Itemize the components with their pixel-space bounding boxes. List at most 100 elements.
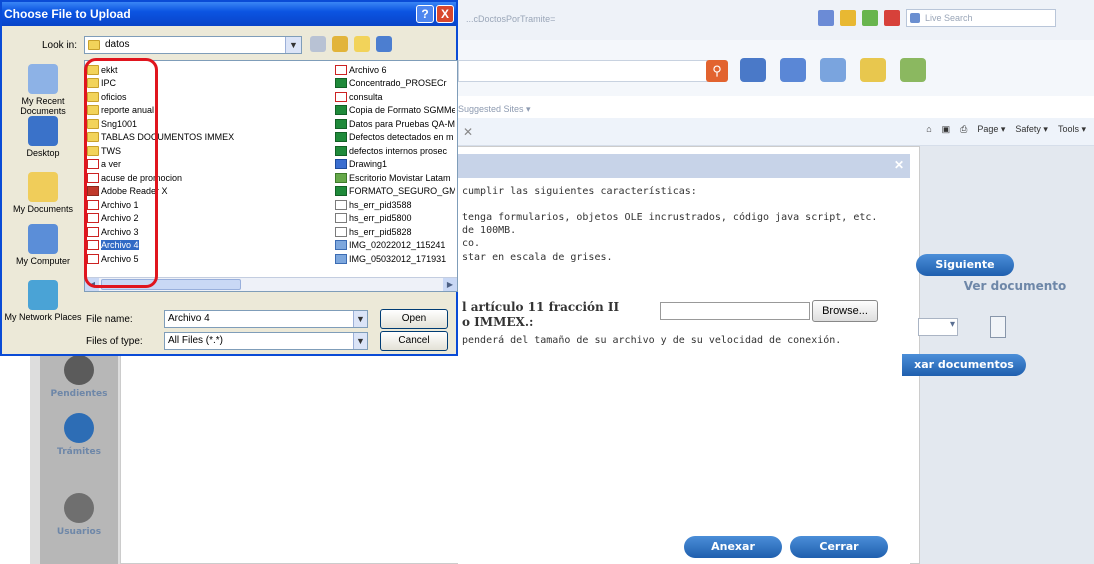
- up-folder-icon[interactable]: [332, 36, 348, 52]
- modal-header: ✕: [458, 154, 910, 178]
- view-menu-icon[interactable]: [376, 36, 392, 52]
- list-item[interactable]: hs_err_pid5828: [335, 225, 455, 239]
- siguiente-button[interactable]: Siguiente: [916, 254, 1014, 276]
- sidebar-label: Trámites: [57, 447, 101, 457]
- dropdown-icon[interactable]: [818, 10, 834, 26]
- list-item[interactable]: IMG_02022012_115241: [335, 239, 455, 253]
- document-select[interactable]: [918, 318, 958, 336]
- file-name-label: File name:: [86, 314, 133, 325]
- live-search-input[interactable]: Live Search: [906, 9, 1056, 27]
- list-item[interactable]: hs_err_pid5800: [335, 212, 455, 226]
- list-item[interactable]: IMG_05032012_171931: [335, 252, 455, 266]
- file-name-input[interactable]: Archivo 4 ▼: [164, 310, 368, 328]
- home-icon[interactable]: ⌂: [926, 124, 931, 135]
- requirement-line: star en escala de grises.: [462, 252, 613, 263]
- feeds-icon[interactable]: ▣: [942, 124, 951, 135]
- dialog-title: Choose File to Upload: [4, 7, 131, 21]
- dialog-toolbar: [310, 36, 392, 52]
- list-item[interactable]: Copia de Formato SGMMec: [335, 104, 455, 118]
- back-icon[interactable]: [310, 36, 326, 52]
- address-tools: Live Search: [818, 8, 1056, 28]
- excel-file-icon: [335, 186, 347, 197]
- excel-file-icon: [335, 78, 347, 89]
- star-icon[interactable]: [860, 58, 886, 82]
- network-places-icon: [28, 280, 58, 310]
- search-icon[interactable]: ⚲: [706, 60, 728, 82]
- file-name: FORMATO_SEGURO_GMM: [349, 186, 455, 197]
- list-item[interactable]: FORMATO_SEGURO_GMM: [335, 185, 455, 199]
- dialog-title-bar[interactable]: Choose File to Upload: [2, 2, 456, 26]
- close-button[interactable]: X: [436, 5, 454, 23]
- list-item[interactable]: Escritorio Movistar Latam: [335, 171, 455, 185]
- list-item[interactable]: Concentrado_PROSECr: [335, 77, 455, 91]
- list-item[interactable]: Archivo 6: [335, 63, 455, 77]
- look-in-label: Look in:: [42, 40, 78, 51]
- place-my-documents[interactable]: My Documents: [4, 172, 82, 214]
- refresh-icon[interactable]: [862, 10, 878, 26]
- pdf-file-icon: [335, 64, 347, 75]
- requirement-line: de 100MB.: [462, 225, 517, 236]
- visio-file-icon: [335, 159, 347, 170]
- choose-file-dialog: Choose File to Upload ? X Look in: datos…: [0, 0, 458, 356]
- place-desktop[interactable]: Desktop: [4, 116, 82, 158]
- tab-close-icon[interactable]: ✕: [458, 122, 478, 142]
- desktop-icon: [28, 116, 58, 146]
- stop-icon[interactable]: [884, 10, 900, 26]
- lock-icon[interactable]: [840, 10, 856, 26]
- sidebar-item-pendientes[interactable]: Pendientes: [40, 355, 118, 399]
- cancel-button[interactable]: Cancel: [380, 331, 448, 351]
- file-name: Concentrado_PROSECr: [349, 78, 447, 89]
- my-documents-icon: [28, 172, 58, 202]
- img-file-icon: [335, 253, 347, 264]
- document-view-icon[interactable]: [990, 316, 1006, 338]
- suggested-sites-link[interactable]: Suggested Sites ▾: [458, 104, 531, 114]
- ver-documento-label: Ver documento: [963, 279, 1067, 293]
- list-item[interactable]: defectos internos prosec: [335, 144, 455, 158]
- scroll-right-icon[interactable]: ▶: [443, 278, 457, 291]
- place-my-computer[interactable]: My Computer: [4, 224, 82, 266]
- cerrar-button[interactable]: Cerrar: [790, 536, 888, 558]
- place-recent-documents[interactable]: My Recent Documents: [4, 64, 82, 116]
- list-item[interactable]: Defectos detectados en m: [335, 131, 455, 145]
- sidebar-item-usuarios[interactable]: Usuarios: [40, 493, 118, 537]
- anexar-button[interactable]: Anexar: [684, 536, 782, 558]
- article-label: l artículo 11 fracción II: [462, 300, 620, 314]
- like-icon[interactable]: [740, 58, 766, 82]
- print-icon[interactable]: ⎙: [960, 124, 967, 135]
- sidebar-label: Pendientes: [50, 389, 108, 399]
- open-button[interactable]: Open: [380, 309, 448, 329]
- modal-close-icon[interactable]: ✕: [894, 158, 904, 172]
- apps-icon[interactable]: [900, 58, 926, 82]
- toolbar-search-input[interactable]: [458, 60, 708, 82]
- safety-menu[interactable]: Safety ▾: [1015, 124, 1048, 135]
- place-label: Desktop: [26, 148, 60, 158]
- list-item[interactable]: Datos para Pruebas QA-M: [335, 117, 455, 131]
- usuarios-icon: [64, 493, 94, 523]
- anexar-documentos-button[interactable]: xar documentos: [902, 354, 1026, 376]
- command-menu: ⌂ ▣ ⎙ Page ▾ Safety ▾ Tools ▾: [926, 124, 1086, 135]
- list-item[interactable]: consulta: [335, 90, 455, 104]
- new-folder-icon[interactable]: [354, 36, 370, 52]
- sidebar-item-tramites[interactable]: Trámites: [40, 413, 118, 457]
- comment-icon[interactable]: [780, 58, 806, 82]
- chevron-down-icon[interactable]: ▼: [285, 37, 301, 53]
- file-name: Copia de Formato SGMMec: [349, 105, 455, 116]
- browse-button[interactable]: Browse...: [812, 300, 878, 322]
- file-type-select[interactable]: All Files (*.*) ▼: [164, 332, 368, 350]
- address-bar[interactable]: ...cDoctosPorTramite=: [458, 10, 798, 28]
- chevron-down-icon[interactable]: ▼: [353, 311, 367, 327]
- share-icon[interactable]: [820, 58, 846, 82]
- list-item[interactable]: Drawing1: [335, 158, 455, 172]
- help-button[interactable]: ?: [416, 5, 434, 23]
- app-sidebar: Pendientes Trámites Usuarios: [40, 355, 118, 564]
- tools-menu[interactable]: Tools ▾: [1058, 124, 1086, 135]
- file-column-2: Archivo 6 Concentrado_PROSECr consulta Copi…: [335, 63, 455, 266]
- upload-file-path-input[interactable]: [660, 302, 810, 320]
- file-name: hs_err_pid5800: [349, 213, 412, 224]
- place-network-places[interactable]: My Network Places: [4, 280, 82, 322]
- list-item[interactable]: hs_err_pid3588: [335, 198, 455, 212]
- chevron-down-icon[interactable]: ▼: [353, 333, 367, 349]
- page-menu[interactable]: Page ▾: [977, 124, 1005, 135]
- file-name: hs_err_pid5828: [349, 226, 412, 237]
- look-in-select[interactable]: datos ▼: [84, 36, 302, 54]
